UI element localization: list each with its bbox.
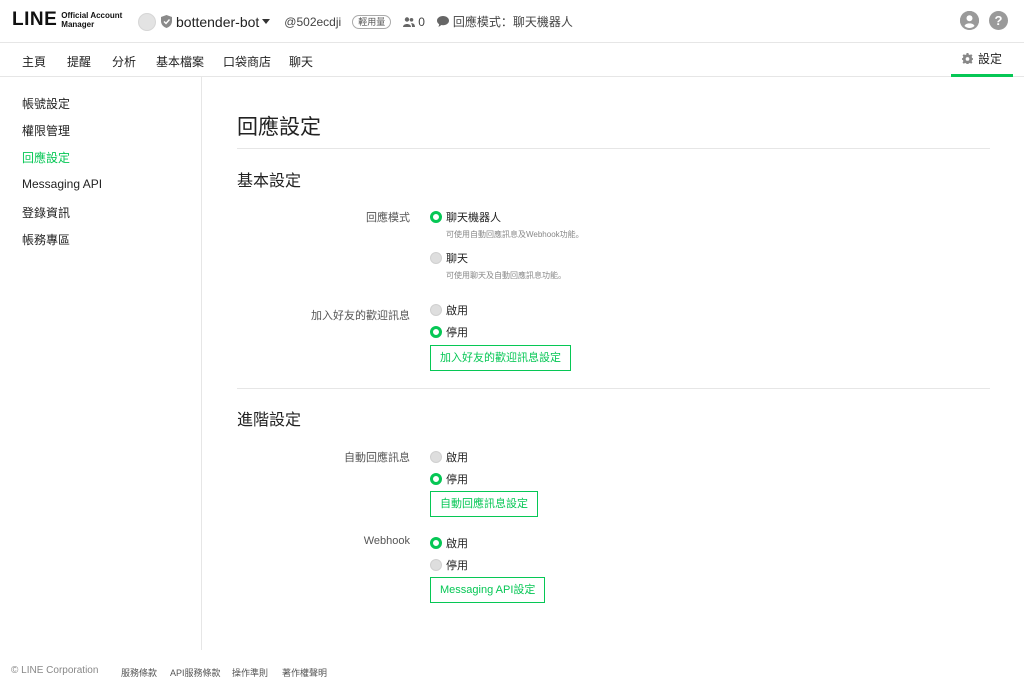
sidebar-item-billing[interactable]: 帳務專區 (22, 231, 70, 248)
account-name: bottender-bot (176, 13, 260, 30)
footer-link-guidelines[interactable]: 操作準則 (232, 666, 268, 679)
sidebar-item-permissions[interactable]: 權限管理 (22, 122, 70, 139)
nav-profile[interactable]: 基本檔案 (156, 53, 204, 70)
basic-settings-title: 基本設定 (237, 173, 302, 190)
nav-analytics[interactable]: 分析 (112, 53, 136, 70)
radio-label: 聊天 (446, 253, 468, 265)
account-id: @502ecdji (284, 14, 342, 29)
sidebar-item-account-settings[interactable]: 帳號設定 (22, 95, 70, 112)
radio-auto-reply-enable[interactable]: 啟用 (430, 449, 468, 465)
radio-label: 聊天機器人 (446, 212, 501, 224)
shield-icon (161, 15, 172, 28)
radio-label: 啟用 (446, 305, 468, 317)
avatar (138, 12, 156, 31)
radio-label: 停用 (446, 560, 468, 572)
welcome-message-settings-button[interactable]: 加入好友的歡迎訊息設定 (430, 345, 571, 371)
chevron-down-icon (262, 19, 271, 24)
webhook-label: Webhook (363, 535, 410, 547)
title-divider (237, 148, 990, 149)
copyright: © LINE Corporation (11, 665, 99, 676)
advanced-settings-title: 進階設定 (237, 412, 302, 429)
footer-link-copyright[interactable]: 著作權聲明 (282, 666, 327, 679)
radio-unselected-icon (430, 559, 442, 571)
radio-unselected-icon (430, 252, 442, 264)
auto-reply-label: 自動回應訊息 (344, 452, 410, 464)
auto-reply-settings-button[interactable]: 自動回應訊息設定 (430, 491, 538, 517)
response-mode-label: 回應模式 (366, 212, 410, 224)
nav-reminders[interactable]: 提醒 (67, 53, 91, 70)
help-icon[interactable]: ? (989, 11, 1008, 30)
nav-chat[interactable]: 聊天 (289, 53, 313, 70)
sidebar-item-messaging-api[interactable]: Messaging API (22, 177, 102, 191)
nav-home[interactable]: 主頁 (22, 53, 46, 70)
radio-webhook-disable[interactable]: 停用 (430, 557, 468, 573)
radio-welcome-disable[interactable]: 停用 (430, 324, 468, 340)
settings-sidebar: 帳號設定 權限管理 回應設定 Messaging API 登錄資訊 帳務專區 (0, 77, 202, 650)
welcome-message-label: 加入好友的歡迎訊息 (311, 310, 410, 322)
chat-hint: 可使用聊天及自動回應訊息功能。 (446, 271, 566, 280)
users-icon (403, 16, 416, 27)
messaging-api-settings-button[interactable]: Messaging API設定 (430, 577, 546, 603)
footer-link-terms[interactable]: 服務條款 (121, 666, 157, 679)
radio-label: 停用 (446, 327, 468, 339)
radio-auto-reply-disable[interactable]: 停用 (430, 471, 468, 487)
radio-welcome-enable[interactable]: 啟用 (430, 302, 468, 318)
radio-label: 啟用 (446, 538, 468, 550)
page-title: 回應設定 (237, 116, 321, 139)
chatbot-hint: 可使用自動回應訊息及Webhook功能。 (446, 230, 584, 239)
sidebar-item-registration-info[interactable]: 登錄資訊 (22, 204, 70, 221)
radio-unselected-icon (430, 451, 442, 463)
radio-label: 啟用 (446, 452, 468, 464)
radio-selected-icon (430, 326, 442, 338)
radio-webhook-enable[interactable]: 啟用 (430, 535, 468, 551)
radio-label: 停用 (446, 474, 468, 486)
chat-bubble-icon (436, 16, 449, 27)
footer-link-api-terms[interactable]: API服務條款 (170, 666, 221, 679)
plan-badge: 輕用量 (352, 14, 392, 29)
main-nav: 主頁 提醒 分析 基本檔案 口袋商店 聊天 設定 (0, 43, 1024, 77)
account-switcher[interactable]: bottender-bot @502ecdji 輕用量 0 回應模式：聊天機器人 (138, 12, 573, 31)
nav-settings[interactable]: 設定 (951, 43, 1013, 77)
sidebar-item-response-settings[interactable]: 回應設定 (22, 149, 70, 166)
radio-selected-icon (430, 473, 442, 485)
nav-settings-label: 設定 (977, 52, 1002, 66)
radio-unselected-icon (430, 304, 442, 316)
logo-sub: Official Account Manager (61, 11, 123, 29)
radio-response-chat[interactable]: 聊天 (430, 250, 468, 266)
response-mode-text: 回應模式：聊天機器人 (452, 15, 573, 29)
main-content: 回應設定 基本設定 回應模式 聊天機器人 可使用自動回應訊息及Webhook功能… (202, 77, 1024, 650)
footer: © LINE Corporation 服務條款 API服務條款 操作準則 著作權… (0, 650, 1024, 693)
top-bar: LINE Official Account Manager bottender-… (0, 0, 1024, 43)
user-account-icon[interactable] (960, 11, 979, 30)
response-mode-indicator: 回應模式：聊天機器人 (436, 13, 573, 30)
logo-main: LINE (12, 9, 58, 30)
friend-count-value: 0 (418, 14, 425, 29)
radio-selected-icon (430, 537, 442, 549)
friend-count: 0 (403, 15, 425, 29)
line-oa-logo[interactable]: LINE Official Account Manager (12, 9, 131, 31)
radio-selected-icon (430, 211, 442, 223)
nav-pocket-shop[interactable]: 口袋商店 (223, 53, 271, 70)
radio-response-chatbot[interactable]: 聊天機器人 (430, 209, 501, 225)
section-divider (237, 388, 990, 389)
gear-icon (961, 53, 973, 64)
